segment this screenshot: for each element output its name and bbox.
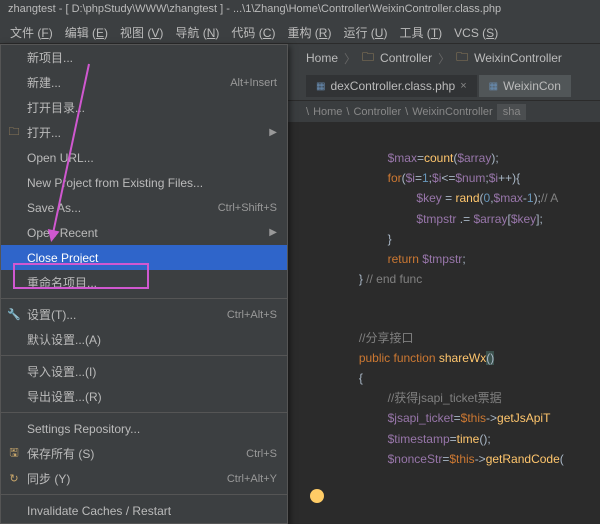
menu-item[interactable]: Open Recent▶	[1, 220, 287, 245]
menu-item[interactable]: 导出设置...(R)	[1, 384, 287, 409]
menu-item-label: Settings Repository...	[27, 422, 277, 436]
close-icon[interactable]: ×	[460, 80, 466, 92]
menu-item-label: Invalidate Caches / Restart	[27, 504, 277, 518]
sync-icon: ↻	[7, 472, 21, 485]
menu-item-label: 打开目录...	[27, 99, 277, 116]
menu-item[interactable]: 导入设置...(I)	[1, 359, 287, 384]
menu-item[interactable]: ↻ 同步 (Y)Ctrl+Alt+Y	[1, 466, 287, 491]
menu-bar: 文件 (F)编辑 (E)视图 (V)导航 (N)代码 (C)重构 (R)运行 (…	[0, 22, 600, 44]
menu-item[interactable]: New Project from Existing Files...	[1, 170, 287, 195]
mb-item[interactable]: Home	[313, 106, 342, 118]
menu-工具[interactable]: 工具 (T)	[393, 22, 448, 43]
menu-文件[interactable]: 文件 (F)	[4, 22, 59, 43]
shortcut-text: Alt+Insert	[230, 77, 277, 89]
tab-label: dexController.class.php	[330, 79, 455, 93]
shortcut-text: Ctrl+S	[246, 448, 277, 460]
tab-label: WeixinCon	[503, 79, 561, 93]
code-editor[interactable]: $max=count($array); for($i=1;$i<=$num;$i…	[306, 145, 600, 514]
menu-item-label: 新项目...	[27, 49, 277, 66]
menu-item-label: Open URL...	[27, 151, 277, 165]
shortcut-text: Ctrl+Alt+Y	[227, 473, 277, 485]
mb-item[interactable]: Controller	[353, 106, 401, 118]
title-bar: zhangtest - [ D:\phpStudy\WWW\zhangtest …	[0, 0, 600, 22]
chevron-right-icon: ▶	[269, 227, 277, 238]
folder-icon: 🗀	[362, 48, 374, 69]
menu-item[interactable]: 🔧 设置(T)...Ctrl+Alt+S	[1, 302, 287, 327]
menu-item[interactable]: 默认设置...(A)	[1, 327, 287, 352]
editor-tab[interactable]: ▦ dexController.class.php ×	[306, 75, 477, 97]
menu-item[interactable]: 🗀 打开...▶	[1, 120, 287, 145]
breadcrumb-item[interactable]: WeixinController	[474, 51, 562, 65]
menu-separator	[1, 298, 287, 299]
menu-item-label: 设置(T)...	[27, 306, 227, 323]
shortcut-text: Ctrl+Alt+S	[227, 309, 277, 321]
file-menu-dropdown: 新项目...新建...Alt+Insert打开目录...🗀打开...▶Open …	[0, 44, 288, 524]
menu-item[interactable]: 新项目...	[1, 45, 287, 70]
menu-item[interactable]: Save As...Ctrl+Shift+S	[1, 195, 287, 220]
php-file-icon: ▦	[316, 81, 325, 92]
menu-item-label: 导出设置...(R)	[27, 388, 277, 405]
mb-method[interactable]: sha	[497, 104, 527, 120]
mb-item[interactable]: WeixinController	[412, 106, 493, 118]
menu-导航[interactable]: 导航 (N)	[169, 22, 225, 43]
menu-item-label: 默认设置...(A)	[27, 331, 277, 348]
breadcrumb-item[interactable]: Home	[306, 51, 338, 65]
menu-运行[interactable]: 运行 (U)	[337, 22, 393, 43]
menu-编辑[interactable]: 编辑 (E)	[59, 22, 114, 43]
menu-item[interactable]: Close Project	[1, 245, 287, 270]
php-file-icon: ▦	[489, 81, 498, 92]
menu-item-label: New Project from Existing Files...	[27, 176, 277, 190]
menu-item-label: 保存所有 (S)	[27, 445, 246, 462]
menu-item[interactable]: Settings Repository...	[1, 416, 287, 441]
gutter	[310, 489, 324, 503]
menu-item[interactable]: Open URL...	[1, 145, 287, 170]
menu-item-label: 同步 (Y)	[27, 470, 227, 487]
editor-tab[interactable]: ▦ WeixinCon	[479, 75, 571, 97]
menu-重构[interactable]: 重构 (R)	[281, 22, 337, 43]
menu-item-label: 导入设置...(I)	[27, 363, 277, 380]
menu-separator	[1, 412, 287, 413]
menu-separator	[1, 494, 287, 495]
folder-icon: 🗀	[7, 123, 21, 142]
menu-item-label: Save As...	[27, 201, 218, 215]
menu-视图[interactable]: 视图 (V)	[114, 22, 169, 43]
menu-item-label: 新建...	[27, 74, 230, 91]
bulb-icon[interactable]	[310, 489, 324, 503]
menu-VCS[interactable]: VCS (S)	[448, 24, 504, 42]
menu-item-label: 重命名项目...	[27, 274, 277, 291]
chevron-right-icon: ▶	[269, 127, 277, 138]
breadcrumb-item[interactable]: Controller	[380, 51, 432, 65]
folder-icon: 🗀	[456, 48, 468, 69]
save-icon: 🖫	[7, 444, 21, 463]
menu-item-label: 打开...	[27, 124, 269, 141]
menu-item[interactable]: 新建...Alt+Insert	[1, 70, 287, 95]
menu-item-label: Open Recent	[27, 226, 269, 240]
chevron-right-icon: 〉	[438, 50, 450, 67]
menu-item[interactable]: Invalidate Caches / Restart	[1, 498, 287, 523]
menu-item-label: Close Project	[27, 251, 277, 265]
gear-icon: 🔧	[7, 308, 21, 321]
menu-separator	[1, 355, 287, 356]
chevron-right-icon: 〉	[344, 50, 356, 67]
menu-item[interactable]: 打开目录...	[1, 95, 287, 120]
menu-item[interactable]: 🖫 保存所有 (S)Ctrl+S	[1, 441, 287, 466]
menu-item[interactable]: 重命名项目...	[1, 270, 287, 295]
menu-代码[interactable]: 代码 (C)	[225, 22, 281, 43]
shortcut-text: Ctrl+Shift+S	[218, 202, 277, 214]
